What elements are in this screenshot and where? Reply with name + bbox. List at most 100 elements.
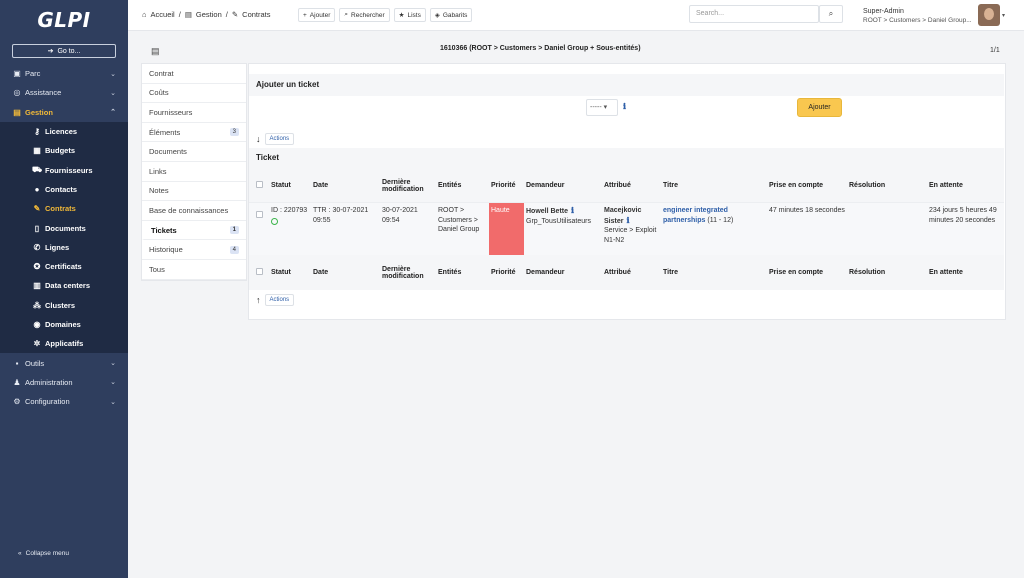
user-icon: ●: [34, 184, 40, 194]
tab-notes[interactable]: Notes: [142, 182, 246, 202]
ticket-section-title: Ticket: [249, 148, 1004, 168]
star-icon: ★: [398, 12, 405, 19]
sidebar-item-fournisseurs[interactable]: ⛟ Fournisseurs: [0, 160, 128, 179]
select-all-checkbox[interactable]: [256, 268, 263, 275]
global-search-input[interactable]: Search...: [689, 5, 819, 23]
tab-knowledge-base[interactable]: Base de connaissances: [142, 201, 246, 221]
plus-icon: +: [303, 11, 307, 19]
arrow-up-icon: ↑: [256, 295, 261, 305]
arrow-right-icon: ➔: [47, 48, 54, 55]
pager: 1/1: [990, 47, 1000, 54]
user-info[interactable]: Super-Admin ROOT > Customers > Daniel Gr…: [863, 7, 972, 25]
sidebar-item-clusters[interactable]: ⁂ Clusters: [0, 296, 128, 315]
chevron-down-icon: ⌄: [110, 70, 116, 78]
toggle-panel-icon[interactable]: ▤: [151, 46, 160, 57]
database-icon: ▥: [33, 281, 41, 291]
add-ticket-title: Ajouter un ticket: [249, 74, 1004, 96]
avatar[interactable]: [978, 4, 1000, 26]
info-icon[interactable]: ℹ: [571, 206, 574, 215]
sidebar-item-assistance[interactable]: ◎ Assistance ⌄: [0, 83, 128, 102]
actions-bottom: ↑ Actions: [256, 294, 295, 306]
chevron-down-icon: ⌄: [110, 398, 116, 406]
lists-button[interactable]: ★ Lists: [393, 8, 426, 22]
chevron-down-icon[interactable]: ▾: [1002, 12, 1005, 19]
add-ticket-button[interactable]: Ajouter: [797, 98, 842, 117]
collapse-menu-button[interactable]: « Collapse menu: [18, 550, 69, 557]
certificate-icon: ✪: [33, 262, 41, 272]
user-entity: ROOT > Customers > Daniel Group...: [863, 17, 972, 24]
templates-button[interactable]: ◈ Gabarits: [429, 8, 473, 22]
calculator-icon: ▦: [33, 146, 41, 156]
ticket-template-select[interactable]: ----- ▾: [586, 99, 618, 116]
cogs-icon: ⚙: [13, 397, 21, 407]
search-icon: ⌕: [344, 11, 349, 18]
sidebar-item-parc[interactable]: ▣ Parc ⌄: [0, 64, 128, 83]
page-title: 1610366 (ROOT > Customers > Daniel Group…: [440, 45, 641, 52]
sidebar-item-outils[interactable]: ▪ Outils ⌄: [0, 353, 128, 372]
search-submit-button[interactable]: ⌕: [819, 5, 843, 23]
breadcrumb-gestion[interactable]: Gestion: [196, 10, 222, 19]
tab-fournisseurs[interactable]: Fournisseurs: [142, 103, 246, 123]
globe-icon: ◉: [33, 320, 41, 329]
info-icon[interactable]: ℹ: [623, 102, 626, 111]
sidebar-item-budgets[interactable]: ▦ Budgets: [0, 141, 128, 160]
user-name: Super-Admin: [863, 8, 904, 15]
status-new-icon: [271, 217, 278, 225]
tab-couts[interactable]: Coûts: [142, 84, 246, 104]
goto-button[interactable]: ➔ Go to...: [12, 44, 116, 58]
select-all-checkbox[interactable]: [256, 181, 263, 188]
actions-button[interactable]: Actions: [264, 294, 295, 306]
sidebar-item-contacts[interactable]: ● Contacts: [0, 180, 128, 199]
row-checkbox[interactable]: [256, 211, 263, 218]
briefcase-icon: ▪: [15, 358, 19, 368]
sidebar-item-gestion[interactable]: ▤ Gestion ⌃: [0, 102, 128, 122]
contract-icon: ✎: [231, 10, 239, 19]
wallet-icon: ▤: [184, 10, 192, 19]
sidebar-item-licences[interactable]: ⚷ Licences: [0, 122, 128, 141]
add-button[interactable]: + Ajouter: [298, 8, 336, 22]
sidebar-item-datacenters[interactable]: ▥ Data centers: [0, 276, 128, 295]
actions-top: ↓ Actions: [256, 133, 295, 145]
truck-icon: ⛟: [32, 165, 43, 175]
tab-contrat[interactable]: Contrat: [142, 64, 246, 84]
key-icon: ⚷: [34, 127, 40, 137]
sidebar-item-lignes[interactable]: ✆ Lignes: [0, 238, 128, 257]
top-header: ⌂ Accueil / ▤ Gestion / ✎ Contrats + Ajou…: [128, 0, 1024, 31]
tab-links[interactable]: Links: [142, 162, 246, 182]
tab-tous[interactable]: Tous: [142, 260, 246, 280]
file-icon: ▯: [34, 223, 40, 233]
table-row[interactable]: ID : 220793 TTR : 30-07-2021 09:55 30-07…: [249, 202, 1004, 256]
cluster-icon: ⁂: [33, 300, 41, 310]
glpi-logo[interactable]: GLPI: [0, 0, 128, 40]
breadcrumb-contrats[interactable]: Contrats: [242, 10, 270, 19]
breadcrumb: ⌂ Accueil / ▤ Gestion / ✎ Contrats: [142, 10, 271, 19]
actions-button[interactable]: Actions: [264, 133, 295, 145]
phone-icon: ✆: [33, 242, 41, 252]
sidebar-item-contrats[interactable]: ✎ Contrats: [0, 199, 128, 219]
count-badge: 1: [229, 226, 239, 235]
box-icon: ▣: [13, 69, 21, 79]
home-icon: ⌂: [142, 10, 147, 19]
tab-historique[interactable]: Historique 4: [142, 240, 246, 260]
sidebar-item-documents[interactable]: ▯ Documents: [0, 218, 128, 237]
tab-tickets[interactable]: Tickets 1: [142, 220, 246, 241]
gears-icon: ✲: [33, 339, 41, 349]
search-button[interactable]: ⌕ Rechercher: [339, 8, 390, 22]
chevron-down-icon: ⌄: [110, 89, 116, 97]
contract-icon: ✎: [33, 204, 41, 214]
sidebar-item-configuration[interactable]: ⚙ Configuration ⌄: [0, 392, 128, 411]
users-cog-icon: ♟: [13, 377, 21, 387]
count-badge: 3: [229, 128, 239, 137]
layers-icon: ◈: [434, 12, 440, 19]
info-icon[interactable]: ℹ: [626, 216, 629, 225]
tab-elements[interactable]: Éléments 3: [142, 123, 246, 143]
sidebar-item-domaines[interactable]: ◉ Domaines: [0, 315, 128, 334]
sidebar-item-certificats[interactable]: ✪ Certificats: [0, 257, 128, 276]
tickets-table-footer: Statut Date Dernière modification Entité…: [249, 255, 1004, 290]
breadcrumb-home[interactable]: Accueil: [151, 10, 175, 19]
sidebar-item-applicatifs[interactable]: ✲ Applicatifs: [0, 334, 128, 353]
tab-documents[interactable]: Documents: [142, 142, 246, 162]
chevron-down-icon: ⌄: [110, 379, 116, 387]
sidebar-item-administration[interactable]: ♟ Administration ⌄: [0, 373, 128, 392]
tickets-table-body: ID : 220793 TTR : 30-07-2021 09:55 30-07…: [249, 202, 1004, 256]
